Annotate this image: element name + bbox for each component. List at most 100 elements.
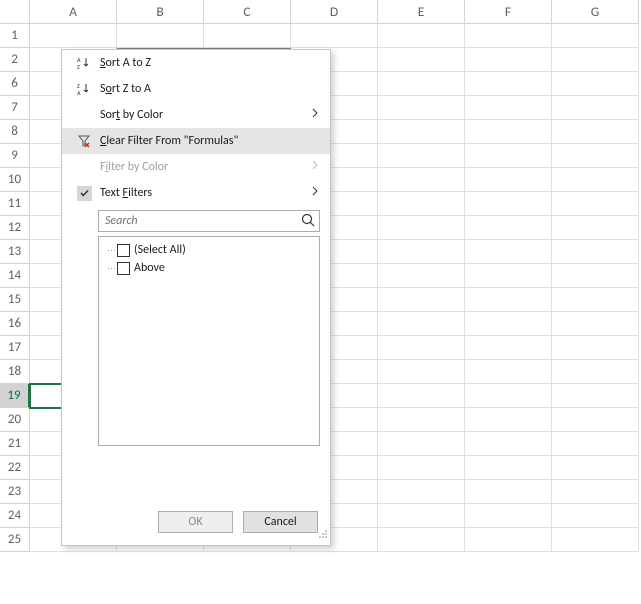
cell[interactable] xyxy=(552,312,639,336)
cell[interactable] xyxy=(378,120,465,144)
row-header[interactable]: 25 xyxy=(0,528,30,552)
cell[interactable] xyxy=(465,24,552,48)
select-all-corner[interactable] xyxy=(0,0,30,24)
cell[interactable] xyxy=(465,120,552,144)
cell[interactable] xyxy=(378,72,465,96)
cell[interactable] xyxy=(291,24,378,48)
cell[interactable] xyxy=(552,456,639,480)
text-filters-item[interactable]: Text Filters xyxy=(62,180,330,206)
filter-item-select-all[interactable]: ⋯ (Select All) xyxy=(105,241,313,259)
cell[interactable] xyxy=(552,360,639,384)
sort-by-color-item[interactable]: Sort by Color xyxy=(62,102,330,128)
col-header-d[interactable]: D xyxy=(291,0,378,24)
cell[interactable] xyxy=(552,120,639,144)
cell[interactable] xyxy=(378,144,465,168)
cell[interactable] xyxy=(552,480,639,504)
row-header[interactable]: 11 xyxy=(0,192,30,216)
cell[interactable] xyxy=(378,312,465,336)
checkbox[interactable] xyxy=(117,262,130,275)
cell[interactable] xyxy=(465,504,552,528)
cell[interactable] xyxy=(552,24,639,48)
cell[interactable] xyxy=(465,240,552,264)
cell[interactable] xyxy=(378,336,465,360)
col-header-f[interactable]: F xyxy=(465,0,552,24)
cell[interactable] xyxy=(465,144,552,168)
row-header[interactable]: 18 xyxy=(0,360,30,384)
cell[interactable] xyxy=(378,168,465,192)
cell[interactable] xyxy=(465,432,552,456)
cell[interactable] xyxy=(378,528,465,552)
row-header[interactable]: 23 xyxy=(0,480,30,504)
cell[interactable] xyxy=(465,528,552,552)
cell[interactable] xyxy=(204,24,291,48)
cell[interactable] xyxy=(378,504,465,528)
cell[interactable] xyxy=(552,192,639,216)
cell[interactable] xyxy=(378,384,465,408)
row-header[interactable]: 15 xyxy=(0,288,30,312)
cell[interactable] xyxy=(552,432,639,456)
cell[interactable] xyxy=(465,480,552,504)
cell[interactable] xyxy=(378,192,465,216)
cell[interactable] xyxy=(465,312,552,336)
cell[interactable] xyxy=(552,240,639,264)
checkbox[interactable] xyxy=(117,244,130,257)
row-header[interactable]: 13 xyxy=(0,240,30,264)
row-header[interactable]: 21 xyxy=(0,432,30,456)
cell[interactable] xyxy=(465,96,552,120)
cell[interactable] xyxy=(465,48,552,72)
filter-item-above[interactable]: ⋯ Above xyxy=(105,259,313,277)
cell[interactable] xyxy=(378,24,465,48)
cell[interactable] xyxy=(552,504,639,528)
filter-values-list[interactable]: ⋯ (Select All) ⋯ Above xyxy=(98,236,320,446)
col-header-b[interactable]: B xyxy=(117,0,204,24)
cell[interactable] xyxy=(465,360,552,384)
cell[interactable] xyxy=(465,384,552,408)
cancel-button[interactable]: Cancel xyxy=(243,511,318,533)
cell[interactable] xyxy=(378,360,465,384)
row-header[interactable]: 20 xyxy=(0,408,30,432)
cell[interactable] xyxy=(30,24,117,48)
cell[interactable] xyxy=(552,336,639,360)
cell[interactable] xyxy=(378,48,465,72)
cell[interactable] xyxy=(552,264,639,288)
cell[interactable] xyxy=(465,168,552,192)
cell[interactable] xyxy=(378,240,465,264)
cell[interactable] xyxy=(465,288,552,312)
cell[interactable] xyxy=(552,216,639,240)
cell[interactable] xyxy=(378,264,465,288)
row-header[interactable]: 22 xyxy=(0,456,30,480)
cell[interactable] xyxy=(378,288,465,312)
cell[interactable] xyxy=(552,48,639,72)
clear-filter-item[interactable]: Clear Filter From "Formulas" xyxy=(62,128,330,154)
row-header[interactable]: 16 xyxy=(0,312,30,336)
cell[interactable] xyxy=(378,432,465,456)
cell[interactable] xyxy=(378,408,465,432)
row-header[interactable]: 1 xyxy=(0,24,30,48)
row-header[interactable]: 19 xyxy=(0,384,30,408)
cell[interactable] xyxy=(552,96,639,120)
cell[interactable] xyxy=(552,144,639,168)
cell[interactable] xyxy=(465,192,552,216)
row-header[interactable]: 8 xyxy=(0,120,30,144)
sort-asc-item[interactable]: AZ Sort A to Z xyxy=(62,50,330,76)
row-header[interactable]: 14 xyxy=(0,264,30,288)
cell[interactable] xyxy=(465,216,552,240)
cell[interactable] xyxy=(378,96,465,120)
cell[interactable] xyxy=(552,72,639,96)
row-header[interactable]: 17 xyxy=(0,336,30,360)
row-header[interactable]: 6 xyxy=(0,72,30,96)
cell[interactable] xyxy=(117,24,204,48)
cell[interactable] xyxy=(465,264,552,288)
cell[interactable] xyxy=(465,336,552,360)
col-header-g[interactable]: G xyxy=(552,0,639,24)
cell[interactable] xyxy=(378,456,465,480)
cell[interactable] xyxy=(378,480,465,504)
cell[interactable] xyxy=(552,288,639,312)
row-header[interactable]: 10 xyxy=(0,168,30,192)
sort-desc-item[interactable]: ZA Sort Z to A xyxy=(62,76,330,102)
cell[interactable] xyxy=(465,72,552,96)
row-header[interactable]: 7 xyxy=(0,96,30,120)
cell[interactable] xyxy=(552,168,639,192)
row-header[interactable]: 12 xyxy=(0,216,30,240)
cell[interactable] xyxy=(465,408,552,432)
